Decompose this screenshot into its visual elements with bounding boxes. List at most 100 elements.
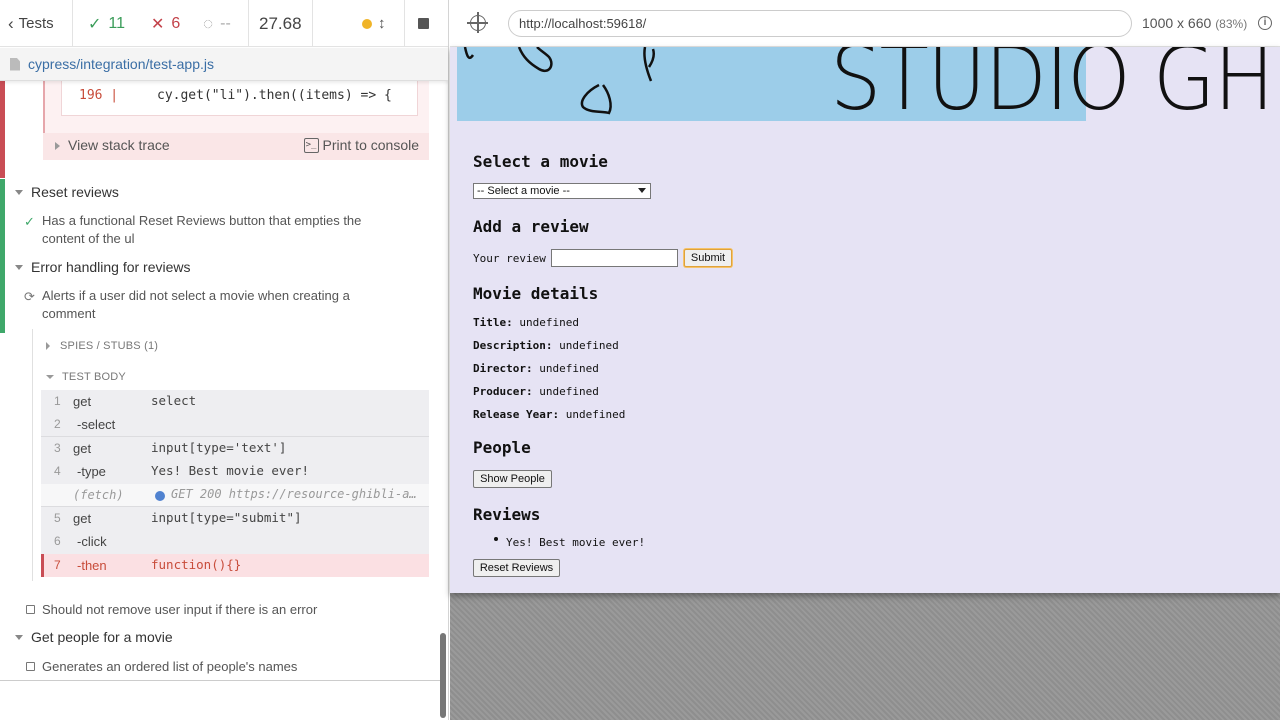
failed-count: ✕ 6	[151, 0, 180, 47]
caret-down-icon	[46, 375, 54, 379]
command-arg: select	[151, 393, 197, 408]
banner-title: STUDIO GHI	[830, 47, 1280, 130]
review-input[interactable]	[551, 249, 678, 267]
divider	[72, 0, 73, 46]
caret-right-icon	[46, 342, 50, 350]
caret-down-icon	[15, 189, 23, 195]
spec-path-link[interactable]: cypress/integration/test-app.js	[28, 56, 214, 72]
fetch-url: GET 200 https://resource-ghibli-api.onre…	[171, 486, 421, 501]
url-display[interactable]: http://localhost:59618/	[508, 10, 1132, 37]
selector-playground-icon[interactable]	[467, 12, 488, 33]
info-icon[interactable]: i	[1258, 16, 1272, 30]
file-icon	[10, 57, 20, 71]
test-ordered-list[interactable]: Generates an ordered list of people's na…	[24, 658, 374, 676]
running-indicator[interactable]: ↕	[362, 0, 386, 47]
divider	[404, 0, 405, 46]
command-log: 1 get select 2 -select 3 get input[type=…	[41, 390, 429, 578]
refresh-icon: ⟳	[24, 289, 35, 304]
passed-count: ✓ 11	[88, 0, 125, 47]
checkbox-icon	[26, 662, 35, 671]
error-code-frame: 196 | cy.get("li").then((items) => {	[61, 81, 418, 116]
viewport-scale: (83%)	[1215, 17, 1248, 31]
stats-bar: ‹ Tests ✓ 11 ✕ 6 ◌ -- 27.68 ↕	[0, 0, 448, 47]
divider	[312, 0, 313, 46]
command-number: 5	[54, 510, 61, 525]
app-under-test: http://localhost:59618/ 1000 x 660 (83%)…	[450, 0, 1280, 720]
command-row[interactable]: 5 get input[type="submit"]	[41, 506, 429, 531]
failed-command-row[interactable]: 7 -then function(){}	[41, 553, 429, 578]
auto-scroll-icon: ↕	[378, 15, 386, 32]
suite-title: Reset reviews	[31, 184, 119, 200]
review-label: Your review	[473, 252, 546, 265]
section-title: TEST BODY	[62, 371, 126, 383]
review-item: Yes! Best movie ever!	[506, 536, 646, 549]
print-to-console-button[interactable]: >_ Print to console	[303, 137, 419, 153]
tests-label: Tests	[18, 15, 54, 32]
code-line: cy.get("li").then((items) => {	[157, 88, 392, 103]
command-number: 7	[54, 557, 61, 572]
failed-value: 6	[171, 14, 181, 32]
command-arg: input[type='text']	[151, 439, 287, 455]
command-number: 1	[54, 394, 61, 408]
suite-error-handling[interactable]: Error handling for reviews	[0, 256, 440, 278]
command-name: -type	[77, 464, 106, 480]
stack-trace-bar: View stack trace >_ Print to console	[43, 133, 429, 160]
command-name: get	[73, 440, 92, 456]
command-number: 4	[54, 464, 61, 479]
aut-iframe: STUDIO GHI Select a movie -- Select a mo…	[450, 47, 1280, 593]
test-reset-reviews[interactable]: ✓ Has a functional Reset Reviews button …	[24, 212, 374, 248]
request-dot-icon	[155, 490, 165, 501]
suite-title: Get people for a movie	[31, 629, 173, 645]
command-name: -click	[77, 534, 107, 550]
spec-path-bar: cypress/integration/test-app.js	[0, 48, 448, 81]
command-name: -then	[77, 557, 107, 573]
test-alerts-no-movie[interactable]: ⟳ Alerts if a user did not select a movi…	[24, 287, 374, 323]
add-review-heading: Add a review	[473, 217, 589, 236]
view-stack-trace-toggle[interactable]: View stack trace	[68, 137, 170, 153]
code-line-number: 196 |	[79, 88, 119, 103]
movie-select[interactable]: -- Select a movie --	[473, 183, 651, 199]
divider	[0, 680, 440, 681]
cypress-reporter: ‹ Tests ✓ 11 ✕ 6 ◌ -- 27.68 ↕ cypress/in…	[0, 0, 449, 720]
movie-details-heading: Movie details	[473, 284, 599, 303]
aut-header: http://localhost:59618/ 1000 x 660 (83%)…	[450, 0, 1280, 47]
detail-director: Director: undefined	[473, 362, 599, 375]
command-row[interactable]: 3 get input[type='text']	[41, 436, 429, 461]
duration: 27.68	[259, 13, 302, 33]
tests-back-button[interactable]: ‹ Tests	[8, 0, 66, 47]
stop-button[interactable]	[418, 0, 429, 47]
pending-count: ◌ --	[203, 0, 231, 47]
reviews-heading: Reviews	[473, 505, 541, 524]
command-arg: input[type="submit"]	[151, 509, 302, 525]
command-name: get	[73, 510, 92, 526]
command-row[interactable]: 6 -click	[41, 530, 429, 554]
fetch-row[interactable]: (fetch) GET 200 https://resource-ghibli-…	[41, 483, 429, 507]
reporter-scrollbar[interactable]	[440, 633, 446, 718]
command-row[interactable]: 1 get select	[41, 390, 429, 414]
failed-suite-strip	[0, 81, 5, 178]
command-name: get	[73, 394, 92, 409]
caret-down-icon	[15, 264, 23, 270]
test-body-section[interactable]: TEST BODY	[46, 371, 126, 383]
people-heading: People	[473, 438, 531, 457]
submit-button[interactable]: Submit	[684, 249, 732, 267]
command-row[interactable]: 2 -select	[41, 413, 429, 437]
fetch-label: (fetch)	[73, 487, 124, 502]
test-keep-user-input[interactable]: Should not remove user input if there is…	[24, 601, 374, 619]
show-people-button[interactable]: Show People	[473, 470, 552, 488]
command-row[interactable]: 4 -type Yes! Best movie ever!	[41, 460, 429, 484]
terminal-icon: >_	[303, 137, 319, 153]
suite-get-people[interactable]: Get people for a movie	[0, 626, 440, 648]
reset-reviews-button[interactable]: Reset Reviews	[473, 559, 560, 577]
detail-release-year: Release Year: undefined	[473, 408, 626, 421]
command-name: -select	[77, 417, 116, 433]
section-title: SPIES / STUBS (1)	[60, 340, 159, 352]
divider	[248, 0, 249, 46]
command-arg: Yes! Best movie ever!	[151, 463, 310, 479]
viewport-size: 1000 x 660	[1142, 15, 1212, 31]
pending-value: --	[220, 14, 231, 32]
chevron-down-icon	[638, 188, 646, 193]
indent-guide	[32, 329, 33, 581]
suite-reset-reviews[interactable]: Reset reviews	[0, 181, 440, 203]
spies-stubs-section[interactable]: SPIES / STUBS (1)	[46, 340, 158, 352]
